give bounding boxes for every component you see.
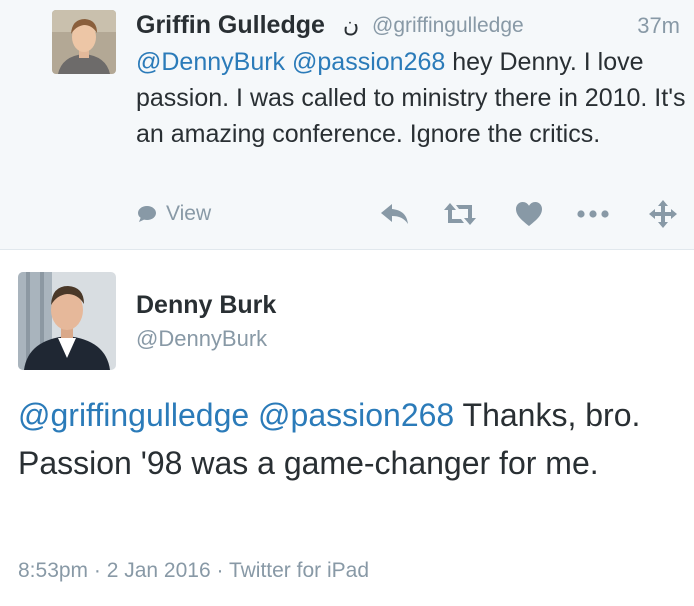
meta-separator: · [210,559,229,582]
reply-timestamp[interactable]: 37m [637,13,680,39]
reply-tweet-text: @DennyBurk @passion268 hey Denny. I love… [136,44,686,152]
mention-link[interactable]: @passion268 [258,397,454,433]
verified-icon: ن [343,12,360,37]
like-button[interactable] [512,198,546,230]
mention-link[interactable]: @griffingulledge [18,397,249,433]
reply-button[interactable] [378,198,412,230]
reply-actions: View [136,196,680,232]
speech-bubble-icon [138,206,156,222]
reply-header: Griffin Gulledge ن @griffingulledge 37m [136,10,680,44]
mention-link[interactable]: @DennyBurk [136,48,285,76]
move-button[interactable] [646,198,680,230]
reply-tweet[interactable]: Griffin Gulledge ن @griffingulledge 37m … [0,0,694,250]
view-label: View [166,202,212,225]
tweet-source[interactable]: Twitter for iPad [229,559,369,582]
move-icon [649,200,677,228]
main-author-handle[interactable]: @DennyBurk [136,326,267,352]
main-tweet: Denny Burk @DennyBurk @griffingulledge @… [0,251,694,606]
more-button[interactable] [574,198,612,230]
reply-author-name[interactable]: Griffin Gulledge [136,11,325,40]
reply-icon [381,204,408,224]
tweet-metadata: 8:53pm · 2 Jan 2016 · Twitter for iPad [18,559,369,583]
retweet-button[interactable] [440,198,480,230]
heart-icon [516,202,542,226]
reply-author-handle[interactable]: @griffingulledge [372,14,524,38]
tweet-time[interactable]: 8:53pm [18,559,88,582]
main-author-name[interactable]: Denny Burk [136,291,276,320]
main-tweet-text: @griffingulledge @passion268 Thanks, bro… [18,391,683,487]
mention-link[interactable]: @passion268 [292,48,445,76]
retweet-icon [444,203,476,225]
tweet-date[interactable]: 2 Jan 2016 [107,559,211,582]
view-conversation-button[interactable]: View [136,198,211,230]
griffin-avatar[interactable] [52,10,116,74]
more-icon [577,210,609,218]
denny-avatar[interactable] [18,272,116,370]
meta-separator: · [88,559,107,582]
